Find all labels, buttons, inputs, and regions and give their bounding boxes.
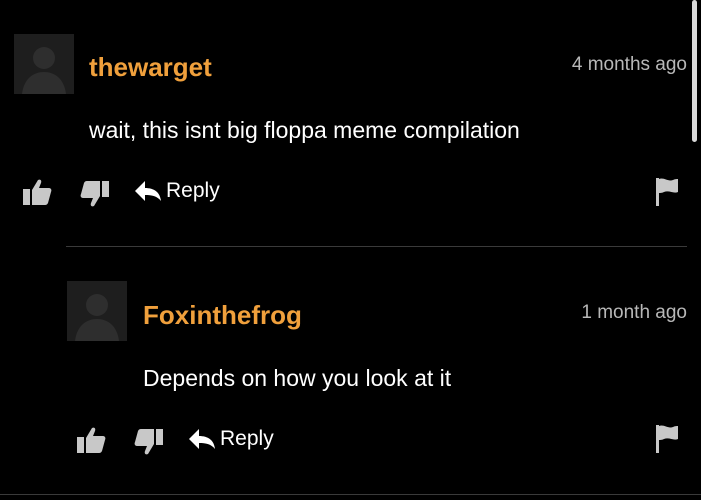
- comment-text: Depends on how you look at it: [143, 365, 452, 391]
- reply-button[interactable]: Reply: [134, 179, 220, 203]
- reply-label: Reply: [166, 179, 220, 202]
- username[interactable]: Foxinthefrog: [143, 300, 302, 331]
- comment-text: wait, this isnt big floppa meme compilat…: [89, 117, 520, 143]
- flag-icon: [656, 178, 678, 206]
- flag-button[interactable]: [655, 424, 679, 454]
- thumbs-down-icon: [80, 181, 109, 207]
- upvote-button[interactable]: [22, 178, 52, 206]
- avatar[interactable]: [14, 34, 74, 94]
- reply-label: Reply: [220, 427, 274, 450]
- downvote-button[interactable]: [80, 180, 110, 208]
- thumbs-up-icon: [77, 427, 106, 453]
- divider: [66, 246, 687, 247]
- flag-icon: [656, 425, 678, 453]
- reply-arrow-icon: [135, 181, 161, 201]
- scrollbar[interactable]: [692, 0, 697, 142]
- thumbs-up-icon: [23, 179, 52, 205]
- timestamp: 1 month ago: [581, 302, 687, 323]
- avatar[interactable]: [67, 281, 127, 341]
- comment-thread: thewarget 4 months ago wait, this isnt b…: [0, 0, 701, 500]
- avatar-placeholder-icon: [67, 281, 127, 341]
- downvote-button[interactable]: [134, 428, 164, 456]
- thumbs-down-icon: [134, 429, 163, 455]
- reply-button[interactable]: Reply: [188, 427, 274, 451]
- flag-button[interactable]: [655, 177, 679, 207]
- avatar-placeholder-icon: [14, 34, 74, 94]
- timestamp: 4 months ago: [571, 54, 687, 75]
- divider: [0, 494, 701, 495]
- username[interactable]: thewarget: [89, 52, 212, 83]
- upvote-button[interactable]: [76, 426, 106, 454]
- reply-arrow-icon: [189, 429, 215, 449]
